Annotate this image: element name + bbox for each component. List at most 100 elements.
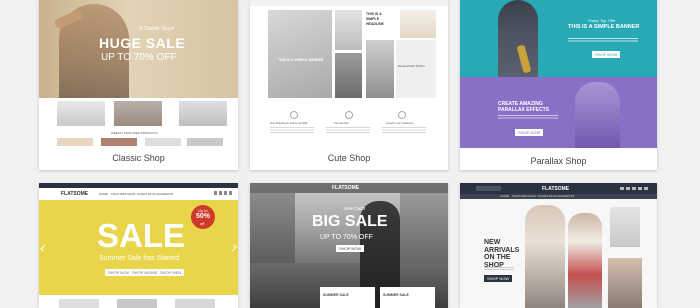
nav-item[interactable]: SHOP (528, 194, 537, 198)
promo-tile-text: SUMMER SALE (323, 293, 349, 297)
logo[interactable]: FLATSOME (542, 186, 569, 192)
text-lines (484, 267, 514, 271)
demo-card-classic-shop[interactable]: A Classic Touch HUGE SALE UP TO 70% OFF … (39, 0, 238, 170)
woman-photo (575, 82, 620, 148)
product-image (187, 138, 223, 146)
search-input[interactable] (476, 186, 501, 191)
nav-item[interactable]: PAGES (137, 192, 147, 196)
nav-item[interactable]: FEATURES (512, 194, 528, 198)
hero-headline: BIG SALE (312, 213, 388, 230)
headline: THIS IS A SIMPLE HEADLINE (366, 12, 384, 26)
product-image (59, 299, 99, 308)
product-image (57, 138, 93, 146)
hero-script-text: A Classic Touch (139, 26, 175, 32)
shop-men-button[interactable]: SHOP MEN (157, 269, 185, 276)
shop-now-button[interactable]: SHOP NOW (592, 51, 621, 58)
demo-thumbnail-classic-shop: A Classic Touch HUGE SALE UP TO 70% OFF (39, 0, 238, 98)
sale-box (396, 40, 436, 98)
model-photo (568, 213, 602, 308)
product-image (101, 138, 137, 146)
sale-text: SALE ENDS SOON (398, 64, 425, 68)
shop-now-button[interactable]: SHOP NOW (336, 245, 365, 252)
text-lines (498, 115, 558, 120)
product-image (57, 101, 105, 126)
text-lines (326, 127, 370, 133)
badge-mid: 50% (196, 213, 211, 220)
section-title: WEEKLY FEATURED PRODUCTS (111, 131, 158, 135)
musician-photo (498, 0, 538, 77)
kid-photo-small (335, 53, 362, 98)
demo-thumbnail-big-sale: FLATSOME New Outfit BIG SALE UP TO 70% O… (250, 183, 448, 308)
product-image (175, 299, 215, 308)
product-image (117, 299, 157, 308)
hero-subline: UP TO 70% OFF (320, 234, 373, 241)
kid-photo (366, 40, 394, 98)
nav-item[interactable]: HOME (500, 194, 509, 198)
banner-text: THIS IS A SIMPLE BANNER (278, 58, 324, 62)
nav-item[interactable]: FEATURES (111, 192, 127, 196)
hero-headline: THIS IS A SIMPLE BANNER (568, 24, 640, 30)
header-icons[interactable] (214, 191, 232, 195)
script-title: Fancy Top Title (588, 18, 616, 23)
demo-thumbnail-sale: FLATSOME HOME FEATURES SHOP PAGES BLOG E… (39, 183, 238, 308)
badge-bottom: off (200, 221, 205, 226)
baby-photo (400, 10, 436, 38)
top-bar (39, 183, 238, 188)
promo-tile (320, 287, 375, 308)
text-lines (382, 127, 426, 133)
feature-icon (398, 111, 406, 119)
kid-photo-large (268, 10, 332, 98)
demo-thumbnail-parallax-shop: Fancy Top Title THIS IS A SIMPLE BANNER … (460, 0, 657, 148)
header-icons[interactable] (620, 187, 648, 190)
promo-tile-text: SUMMER SALE (383, 293, 409, 297)
demo-card-big-sale[interactable]: FLATSOME New Outfit BIG SALE UP TO 70% O… (250, 183, 448, 308)
top-bar (250, 0, 448, 6)
demo-thumbnail-new-arrivals: FLATSOME HOME FEATURES SHOP PAGES BLOG E… (460, 183, 657, 308)
demo-caption[interactable]: Parallax Shop (460, 156, 657, 166)
promo-tile (380, 287, 435, 308)
sale-headline: SALE (97, 217, 186, 254)
hero-subline: UP TO 70% OFF (101, 52, 177, 63)
text-lines (568, 38, 638, 43)
demo-caption[interactable]: Classic Shop (39, 153, 238, 163)
product-image (608, 258, 642, 308)
demo-card-sale[interactable]: FLATSOME HOME FEATURES SHOP PAGES BLOG E… (39, 183, 238, 308)
feature-icon (290, 111, 298, 119)
nav-item[interactable]: ELEMENTS (558, 194, 574, 198)
product-row-2 (51, 138, 226, 146)
feature-text: Free Shipping on orders over $99 (270, 122, 308, 125)
parallax-headline: CREATE AMAZING PARALLAX EFFECTS (498, 101, 550, 113)
product-row (39, 98, 238, 128)
building-left (250, 193, 295, 263)
nav-item[interactable]: HOME (99, 192, 108, 196)
hero-headline: NEW ARRIVALS ON THE SHOP (484, 239, 520, 269)
text-lines (270, 127, 314, 133)
nav-item[interactable]: SHOP (127, 192, 136, 196)
nav-item[interactable]: ELEMENTS (157, 192, 173, 196)
nav-item[interactable]: PAGES (538, 194, 548, 198)
sale-subline: Summer Sale has Started (99, 255, 180, 262)
product-image (179, 101, 227, 126)
demo-card-cute-shop[interactable]: THIS IS A SIMPLE BANNER THIS IS A SIMPLE… (250, 0, 448, 170)
hero-headline: HUGE SALE (99, 35, 186, 51)
shop-now-button[interactable]: SHOP NOW (515, 129, 544, 136)
product-image (145, 138, 181, 146)
feature-text: Join the Club (334, 122, 349, 125)
building-right (400, 193, 448, 263)
nav-item[interactable]: BLOG (549, 194, 557, 198)
kid-photo-small (335, 10, 362, 50)
demo-thumbnail-cute-shop: THIS IS A SIMPLE BANNER THIS IS A SIMPLE… (250, 0, 448, 145)
nav-item[interactable]: BLOG (148, 192, 156, 196)
demo-caption[interactable]: Cute Shop (250, 153, 448, 163)
demo-card-parallax-shop[interactable]: Fancy Top Title THIS IS A SIMPLE BANNER … (460, 0, 657, 170)
feature-text: Loved by our Customers (386, 122, 414, 125)
feature-icon (345, 111, 353, 119)
product-image (114, 101, 162, 126)
script-text: New Outfit (344, 206, 366, 211)
product-image (610, 207, 640, 247)
logo[interactable]: FLATSOME (332, 185, 359, 191)
shop-now-button[interactable]: SHOP NOW (484, 275, 513, 282)
logo[interactable]: FLATSOME (61, 191, 88, 197)
demo-card-new-arrivals[interactable]: FLATSOME HOME FEATURES SHOP PAGES BLOG E… (460, 183, 657, 308)
model-photo (525, 205, 565, 308)
